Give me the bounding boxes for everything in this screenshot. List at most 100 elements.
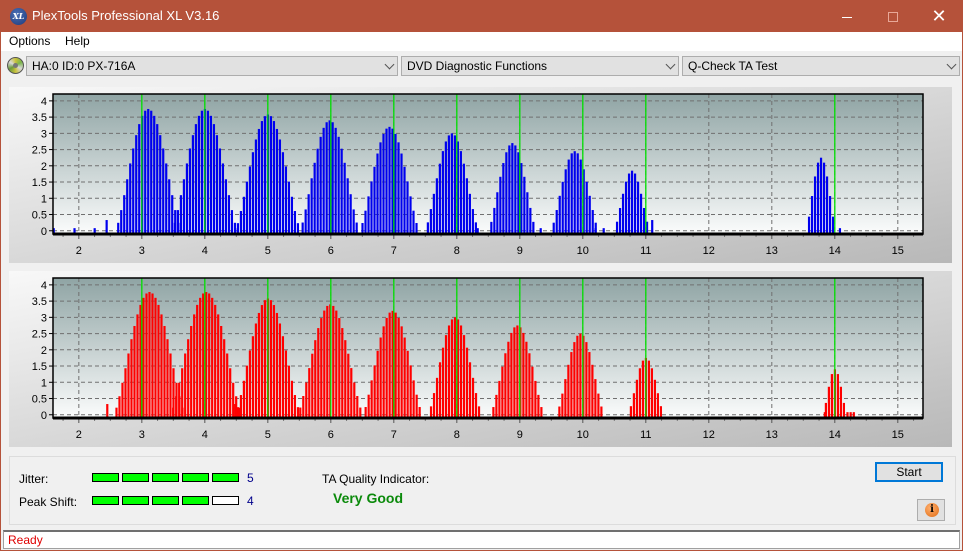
peak-shift-meter-segment <box>182 496 209 505</box>
info-button[interactable]: i <box>917 499 945 521</box>
histogram-bar <box>187 339 190 418</box>
histogram-bar <box>223 339 226 418</box>
x-tick-label: 2 <box>76 245 82 257</box>
plot-area <box>53 278 923 418</box>
x-tick-label: 8 <box>454 429 460 441</box>
histogram-bar <box>364 210 367 234</box>
histogram-bar <box>209 115 213 234</box>
histogram-bar <box>168 179 171 234</box>
y-tick-label: 1 <box>41 377 47 389</box>
x-tick-label: 14 <box>829 245 841 257</box>
lower-histogram-chart: 0 0.5 1 1.5 2 2.5 3 3.5 4 2 3 4 5 6 7 8 9 10 11 12 13 14 15 <box>9 271 952 447</box>
jitter-meter-segment <box>152 473 179 482</box>
histogram-bar <box>376 153 379 234</box>
histogram-bar <box>284 166 288 234</box>
histogram-bar <box>822 162 826 234</box>
histogram-bar <box>191 135 195 234</box>
drive-select[interactable]: HA:0 ID:0 PX-716A <box>26 56 398 76</box>
histogram-bar <box>636 181 640 234</box>
histogram-bar <box>520 163 523 234</box>
close-icon: ✕ <box>931 6 947 26</box>
histogram-bar <box>272 305 276 418</box>
histogram-bar <box>257 312 261 418</box>
histogram-bar <box>650 368 654 418</box>
histogram-bar <box>510 332 513 418</box>
histogram-bar <box>121 382 124 418</box>
close-button[interactable]: ✕ <box>916 1 962 32</box>
histogram-bar <box>540 407 543 418</box>
histogram-bar <box>260 121 264 234</box>
histogram-bar <box>242 380 246 418</box>
menu-options[interactable]: Options <box>9 34 50 48</box>
histogram-bar <box>453 135 456 234</box>
start-button[interactable]: Start <box>875 462 943 482</box>
histogram-bar <box>334 127 337 234</box>
y-tick-label: 1.5 <box>32 177 47 189</box>
histogram-bar <box>325 122 328 234</box>
title-bar[interactable]: XL PlexTools Professional XL V3.16 ✕ <box>1 1 962 32</box>
test-select[interactable]: Q-Check TA Test <box>682 56 960 76</box>
histogram-bar <box>338 318 341 418</box>
histogram-bar <box>159 135 162 234</box>
minimize-button[interactable] <box>824 1 870 32</box>
histogram-bar <box>230 210 234 234</box>
jitter-meter-segment <box>122 473 149 482</box>
histogram-bar <box>511 143 514 234</box>
peak-shift-meter-segment <box>212 496 239 505</box>
histogram-bar <box>275 128 279 234</box>
histogram-bar <box>367 196 370 234</box>
info-icon: i <box>925 503 939 517</box>
histogram-bar <box>269 300 273 418</box>
x-tick-label: 3 <box>139 429 145 441</box>
histogram-bar <box>813 176 817 234</box>
histogram-bar <box>221 163 225 234</box>
y-tick-label: 3.5 <box>32 296 47 308</box>
menu-bar: Options Help <box>1 32 962 51</box>
histogram-bar <box>415 223 418 234</box>
upper-histogram-chart: 0 0.5 1 1.5 2 2.5 3 3.5 4 2 3 4 5 6 7 8 9 10 11 12 13 14 15 <box>9 87 952 263</box>
histogram-bar <box>462 163 465 234</box>
histogram-bar <box>827 386 831 418</box>
histogram-bar <box>217 314 220 418</box>
histogram-bar <box>359 407 362 418</box>
histogram-bar <box>178 382 181 418</box>
histogram-bar <box>129 163 132 234</box>
histogram-bar <box>202 293 205 418</box>
x-tick-label: 11 <box>640 429 651 441</box>
histogram-bar <box>356 396 359 418</box>
histogram-bar <box>495 394 498 418</box>
histogram-bar <box>215 135 219 234</box>
histogram-bar <box>239 211 243 234</box>
histogram-bar <box>379 142 382 234</box>
histogram-bar <box>498 380 501 418</box>
histogram-bar <box>349 194 352 234</box>
histogram-bar <box>432 393 436 418</box>
drive-select-value: HA:0 ID:0 PX-716A <box>32 59 136 73</box>
histogram-bar <box>492 407 495 418</box>
maximize-button[interactable] <box>870 1 916 32</box>
jitter-meter-segment <box>212 473 239 482</box>
peak-shift-score: 4 <box>247 494 254 508</box>
histogram-bar <box>211 297 214 418</box>
histogram-bar <box>355 222 358 234</box>
status-bar: Ready <box>3 530 960 549</box>
histogram-bar <box>175 396 178 418</box>
histogram-bar <box>505 152 508 234</box>
disc-drive-icon <box>7 57 24 74</box>
histogram-bar <box>639 193 643 234</box>
histogram-bar <box>474 393 478 418</box>
histogram-bar <box>447 135 450 234</box>
results-panel: Jitter: 5 Peak Shift: 4 TA Quality Indic… <box>9 456 956 525</box>
menu-help[interactable]: Help <box>65 34 90 48</box>
histogram-bar <box>171 195 174 234</box>
histogram-bar <box>127 353 130 418</box>
x-tick-label: 15 <box>892 245 904 257</box>
histogram-bar <box>465 178 468 234</box>
histogram-bar <box>344 340 347 418</box>
histogram-bar <box>400 326 403 418</box>
histogram-bar <box>364 407 367 418</box>
histogram-bar <box>656 393 660 418</box>
histogram-bar <box>567 364 570 418</box>
histogram-bar <box>564 169 567 234</box>
function-group-select[interactable]: DVD Diagnostic Functions <box>401 56 679 76</box>
